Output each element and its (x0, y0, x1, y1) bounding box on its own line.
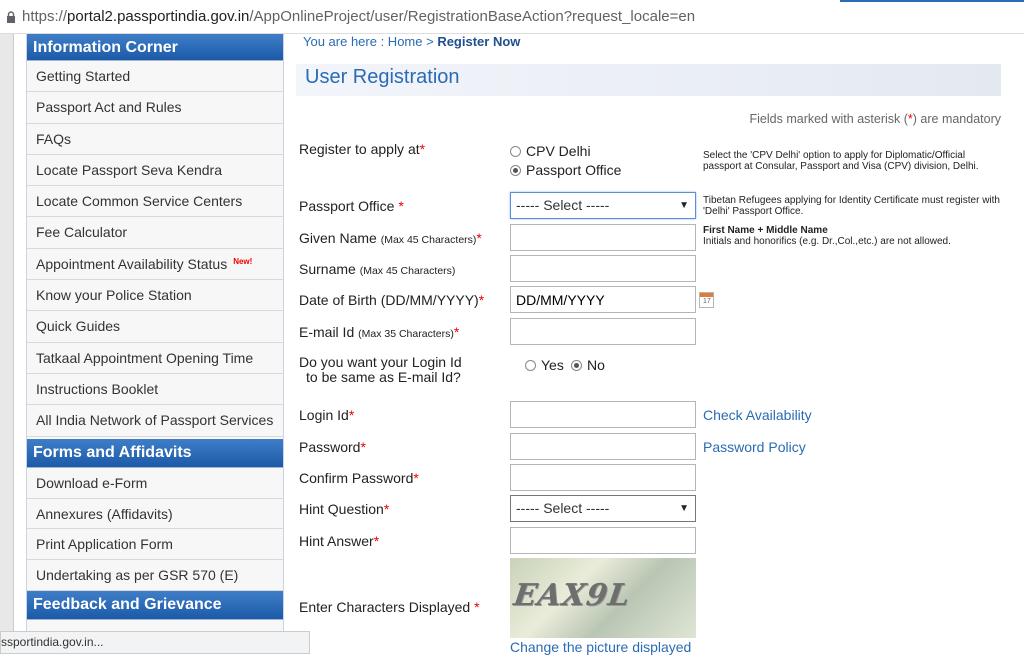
sidebar-item-annexures[interactable]: Annexures (Affidavits) (27, 498, 283, 529)
change-picture-link[interactable]: Change the picture displayed (510, 639, 691, 655)
radio-login-no[interactable]: No (571, 357, 605, 373)
top-accent-strip (840, 0, 1024, 2)
radio-cpv-delhi[interactable]: CPV Delhi (510, 143, 591, 159)
lock-icon (7, 11, 15, 23)
surname-label: Surname (Max 45 Characters) (299, 261, 456, 277)
login-id-label: Login Id* (299, 407, 355, 423)
hint-answer-input[interactable] (510, 527, 696, 554)
tibetan-refugees-hint: Tibetan Refugees applying for Identity C… (703, 195, 1000, 217)
register-at-label: Register to apply at* (299, 141, 426, 157)
given-name-input[interactable] (510, 224, 696, 251)
feedback-grievance-heading: Feedback and Grievance (27, 591, 283, 621)
sidebar-item-label: Appointment Availability Status (36, 255, 228, 272)
captcha-text: EAX9L (511, 578, 633, 613)
dropdown-arrow-icon: ▼ (679, 503, 689, 514)
sidebar-item-locate-csc[interactable]: Locate Common Service Centers (27, 186, 283, 218)
passport-office-select[interactable]: ----- Select ----- ▼ (510, 192, 696, 219)
hint-answer-label: Hint Answer* (299, 533, 380, 549)
main-content: You are here : Home > Register Now User … (296, 34, 1006, 655)
breadcrumb: You are here : Home > Register Now (303, 34, 520, 49)
confirm-password-input[interactable] (510, 464, 696, 491)
dropdown-arrow-icon: ▼ (679, 200, 689, 211)
information-corner-heading: Information Corner (27, 34, 283, 61)
sidebar-item-download-eform[interactable]: Download e-Form (27, 467, 283, 499)
page-title-bar: User Registration (296, 64, 1001, 96)
address-bar[interactable]: https://portal2.passportindia.gov.in/App… (0, 0, 1024, 34)
status-bar: ssportindia.gov.in... (0, 631, 310, 654)
login-same-label-line2: to be same as E-mail Id? (306, 369, 461, 385)
radio-button-selected[interactable] (510, 165, 521, 176)
radio-passport-office[interactable]: Passport Office (510, 162, 621, 178)
sidebar-item-faqs[interactable]: FAQs (27, 123, 283, 155)
dob-input[interactable] (510, 286, 696, 313)
new-badge: New! (233, 256, 253, 266)
surname-input[interactable] (510, 255, 696, 282)
sidebar-item-print-application[interactable]: Print Application Form (27, 528, 283, 561)
check-availability-link[interactable]: Check Availability (703, 407, 812, 423)
radio-button[interactable] (510, 146, 521, 157)
breadcrumb-path: You are here : Home > (303, 34, 438, 49)
given-name-hint: First Name + Middle Name Initials and hon… (703, 225, 951, 247)
captcha-image: EAX9L (510, 558, 696, 638)
password-policy-link[interactable]: Password Policy (703, 439, 806, 455)
page-title: User Registration (305, 66, 460, 88)
captcha-label: Enter Characters Displayed * (299, 599, 480, 615)
left-scrollbar[interactable] (0, 34, 14, 654)
hint-question-select[interactable]: ----- Select ----- ▼ (510, 495, 696, 522)
sidebar-item-fee-calculator[interactable]: Fee Calculator (27, 217, 283, 249)
cpv-delhi-hint: Select the 'CPV Delhi' option to apply f… (703, 150, 979, 172)
forms-affidavits-heading: Forms and Affidavits (27, 438, 283, 468)
sidebar-item-all-india-network[interactable]: All India Network of Passport Services (27, 405, 283, 437)
sidebar-item-police-station[interactable]: Know your Police Station (27, 280, 283, 312)
sidebar-item-undertaking[interactable]: Undertaking as per GSR 570 (E) (27, 560, 283, 592)
given-name-label: Given Name (Max 45 Characters)* (299, 230, 482, 246)
sidebar-item-passport-act[interactable]: Passport Act and Rules (27, 92, 283, 124)
password-input[interactable] (510, 433, 696, 460)
login-same-label-line1: Do you want your Login Id (299, 354, 462, 370)
sidebar: Information Corner Getting Started Passp… (26, 34, 284, 654)
calendar-icon[interactable]: 17 (699, 292, 714, 308)
sidebar-item-quick-guides[interactable]: Quick Guides (27, 311, 283, 343)
url-text: https://portal2.passportindia.gov.in/App… (22, 8, 696, 25)
passport-office-label: Passport Office * (299, 198, 404, 214)
sidebar-item-getting-started[interactable]: Getting Started (27, 61, 283, 93)
mandatory-note: Fields marked with asterisk (*) are mand… (749, 112, 1001, 126)
breadcrumb-current: Register Now (437, 34, 521, 49)
radio-button[interactable] (525, 360, 536, 371)
sidebar-item-tatkaal-time[interactable]: Tatkaal Appointment Opening Time (27, 342, 283, 374)
radio-login-yes[interactable]: Yes (525, 357, 564, 373)
confirm-password-label: Confirm Password* (299, 470, 419, 486)
hint-question-label: Hint Question* (299, 501, 390, 517)
login-id-input[interactable] (510, 401, 696, 428)
sidebar-item-instructions-booklet[interactable]: Instructions Booklet (27, 373, 283, 406)
password-label: Password* (299, 439, 366, 455)
radio-button-selected[interactable] (571, 360, 582, 371)
sidebar-item-locate-psk[interactable]: Locate Passport Seva Kendra (27, 154, 283, 187)
dob-label: Date of Birth (DD/MM/YYYY)* (299, 292, 485, 308)
sidebar-item-appointment-availability[interactable]: Appointment Availability Status New! (27, 248, 283, 281)
email-input[interactable] (510, 318, 696, 345)
email-label: E-mail Id (Max 35 Characters)* (299, 324, 460, 340)
